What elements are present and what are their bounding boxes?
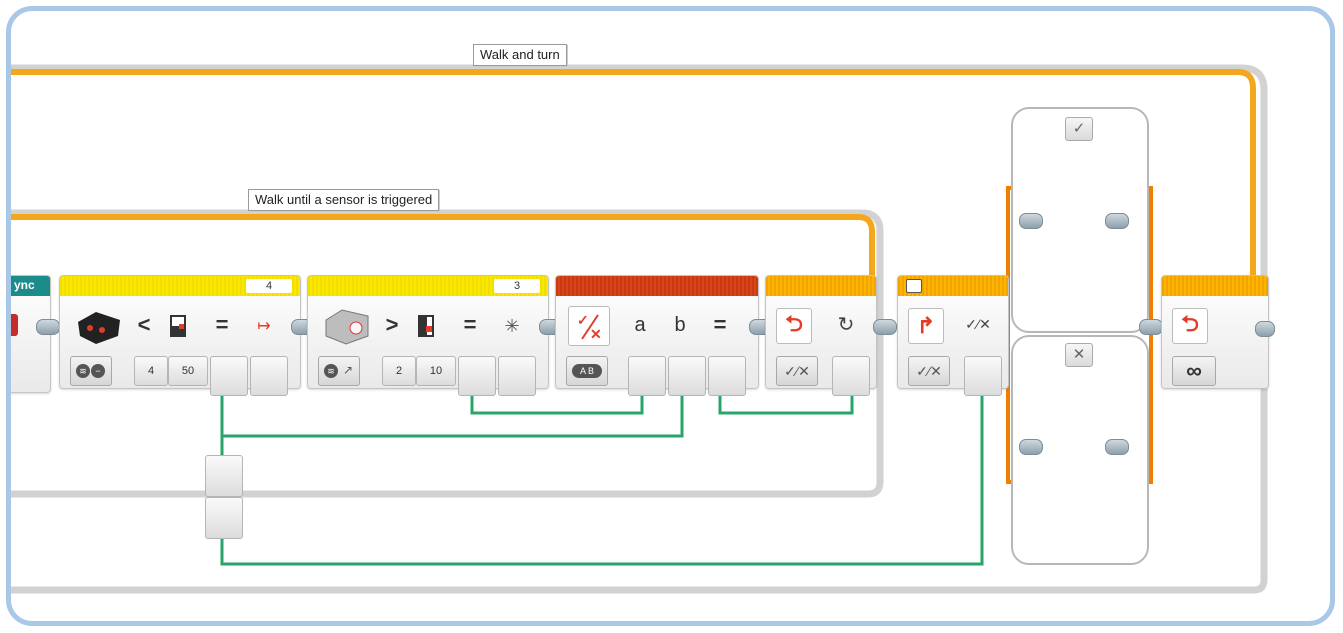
input-a-label: a xyxy=(634,314,646,336)
threshold-input[interactable]: 10 xyxy=(416,356,456,386)
inner-loop-end-block[interactable]: ⮌ ↻ ✓⁄✕ xyxy=(765,275,877,396)
svg-text:✕: ✕ xyxy=(590,326,602,341)
sequence-plug xyxy=(1139,319,1163,335)
case-false-selector[interactable]: ✕ xyxy=(1065,343,1093,367)
logic-operations-block[interactable]: ✓ ✕ a b = A B xyxy=(555,275,759,396)
loop-exit-plug xyxy=(1255,321,1275,337)
case-true-exit-plug xyxy=(1105,213,1129,229)
logic-icon: ✓⁄✕ xyxy=(965,315,991,332)
block-header xyxy=(766,276,876,296)
motor-icon xyxy=(11,314,18,336)
distance-icon: ↦ xyxy=(257,318,271,335)
proximity-output[interactable] xyxy=(250,356,288,396)
infrared-sensor-icon xyxy=(74,306,124,346)
reflect-mode-icon: ↗ xyxy=(342,363,354,377)
case-false-exit-plug xyxy=(1105,439,1129,455)
light-icon: ✳ xyxy=(504,315,520,336)
equals-sign: = xyxy=(215,312,229,337)
compare-result-output[interactable] xyxy=(210,356,248,396)
logic-mode-icon: ✓⁄✕ xyxy=(784,362,810,379)
move-sync-label: ync xyxy=(14,278,35,292)
switch-block[interactable]: ↱ ✓⁄✕ ✓⁄✕ xyxy=(897,275,1009,396)
logic-mode-icon: ✓⁄✕ xyxy=(916,362,942,379)
input-a[interactable] xyxy=(628,356,666,396)
switch-condition-input[interactable] xyxy=(964,356,1002,396)
sequence-plug xyxy=(36,319,60,335)
color-sensor-icon xyxy=(322,306,372,346)
case-true-selector[interactable]: ✓ xyxy=(1065,117,1093,141)
loop-icon: ⮌ xyxy=(776,308,812,344)
mode-selector[interactable]: A B xyxy=(566,356,608,386)
logic-icon: ✓ ✕ xyxy=(568,306,610,346)
case-false-entry-plug xyxy=(1019,439,1043,455)
view-toggle-icon[interactable] xyxy=(906,279,922,293)
mode-selector[interactable]: ≋ − xyxy=(70,356,112,386)
operator-less-than: < xyxy=(137,312,151,337)
loop-mode-icon: ↻ xyxy=(837,313,855,336)
sequence-plug xyxy=(873,319,897,335)
input-b-label: b xyxy=(674,314,686,336)
result-output[interactable] xyxy=(708,356,746,396)
port-selector[interactable]: 4 xyxy=(246,279,292,293)
infinity-mode-icon: ∞ xyxy=(1186,358,1202,383)
color-sensor-compare-block[interactable]: 3 > = ✳ ≋ ↗ 2 10 xyxy=(307,275,549,396)
block-header xyxy=(556,276,758,296)
color-mode-icon: ≋ xyxy=(324,364,338,378)
ir-mode-icon: ≋ xyxy=(76,364,90,378)
programming-canvas[interactable]: Walk and turn Walk until a sensor is tri… xyxy=(6,6,1335,626)
case-true-entry-plug xyxy=(1019,213,1043,229)
compare-type-input[interactable]: 2 xyxy=(382,356,416,386)
until-input[interactable] xyxy=(832,356,870,396)
mode-selector[interactable]: ≋ ↗ xyxy=(318,356,360,386)
wire-to-switch-condition xyxy=(220,378,984,566)
ev3-program-canvas: Walk and turn Walk until a sensor is tri… xyxy=(0,0,1343,633)
compare-type-input[interactable]: 4 xyxy=(134,356,168,386)
compare-mode-icon: − xyxy=(91,364,105,378)
outer-loop-end-block[interactable]: ⮌ ∞ xyxy=(1161,275,1269,389)
reflected-light-icon xyxy=(416,314,436,338)
inner-loop-label[interactable]: Walk until a sensor is triggered xyxy=(248,189,440,211)
logic-mode-selector[interactable]: ✓⁄✕ xyxy=(776,356,818,386)
threshold-input[interactable]: 50 xyxy=(168,356,208,386)
light-output[interactable] xyxy=(498,356,536,396)
infrared-sensor-compare-block[interactable]: 4 < = ↦ ≋ − 4 50 xyxy=(59,275,301,396)
data-merge-block-top[interactable] xyxy=(205,455,243,497)
outer-loop-label[interactable]: Walk and turn xyxy=(473,44,567,66)
compare-result-output[interactable] xyxy=(458,356,496,396)
svg-text:✓: ✓ xyxy=(577,312,589,328)
loop-mode-selector[interactable]: ∞ xyxy=(1172,356,1216,386)
switch-mode-selector[interactable]: ✓⁄✕ xyxy=(908,356,950,386)
loop-icon: ⮌ xyxy=(1172,308,1208,344)
block-header xyxy=(1162,276,1268,296)
data-merge-block-bottom[interactable] xyxy=(205,497,243,539)
equals-sign: = xyxy=(463,312,477,337)
proximity-icon xyxy=(168,314,188,338)
port-selector[interactable]: 3 xyxy=(494,279,540,293)
input-b[interactable] xyxy=(668,356,706,396)
operator-greater-than: > xyxy=(385,312,399,337)
and-mode-icon: A B xyxy=(572,364,602,378)
switch-icon: ↱ xyxy=(908,308,944,344)
equals-sign: = xyxy=(713,312,727,337)
